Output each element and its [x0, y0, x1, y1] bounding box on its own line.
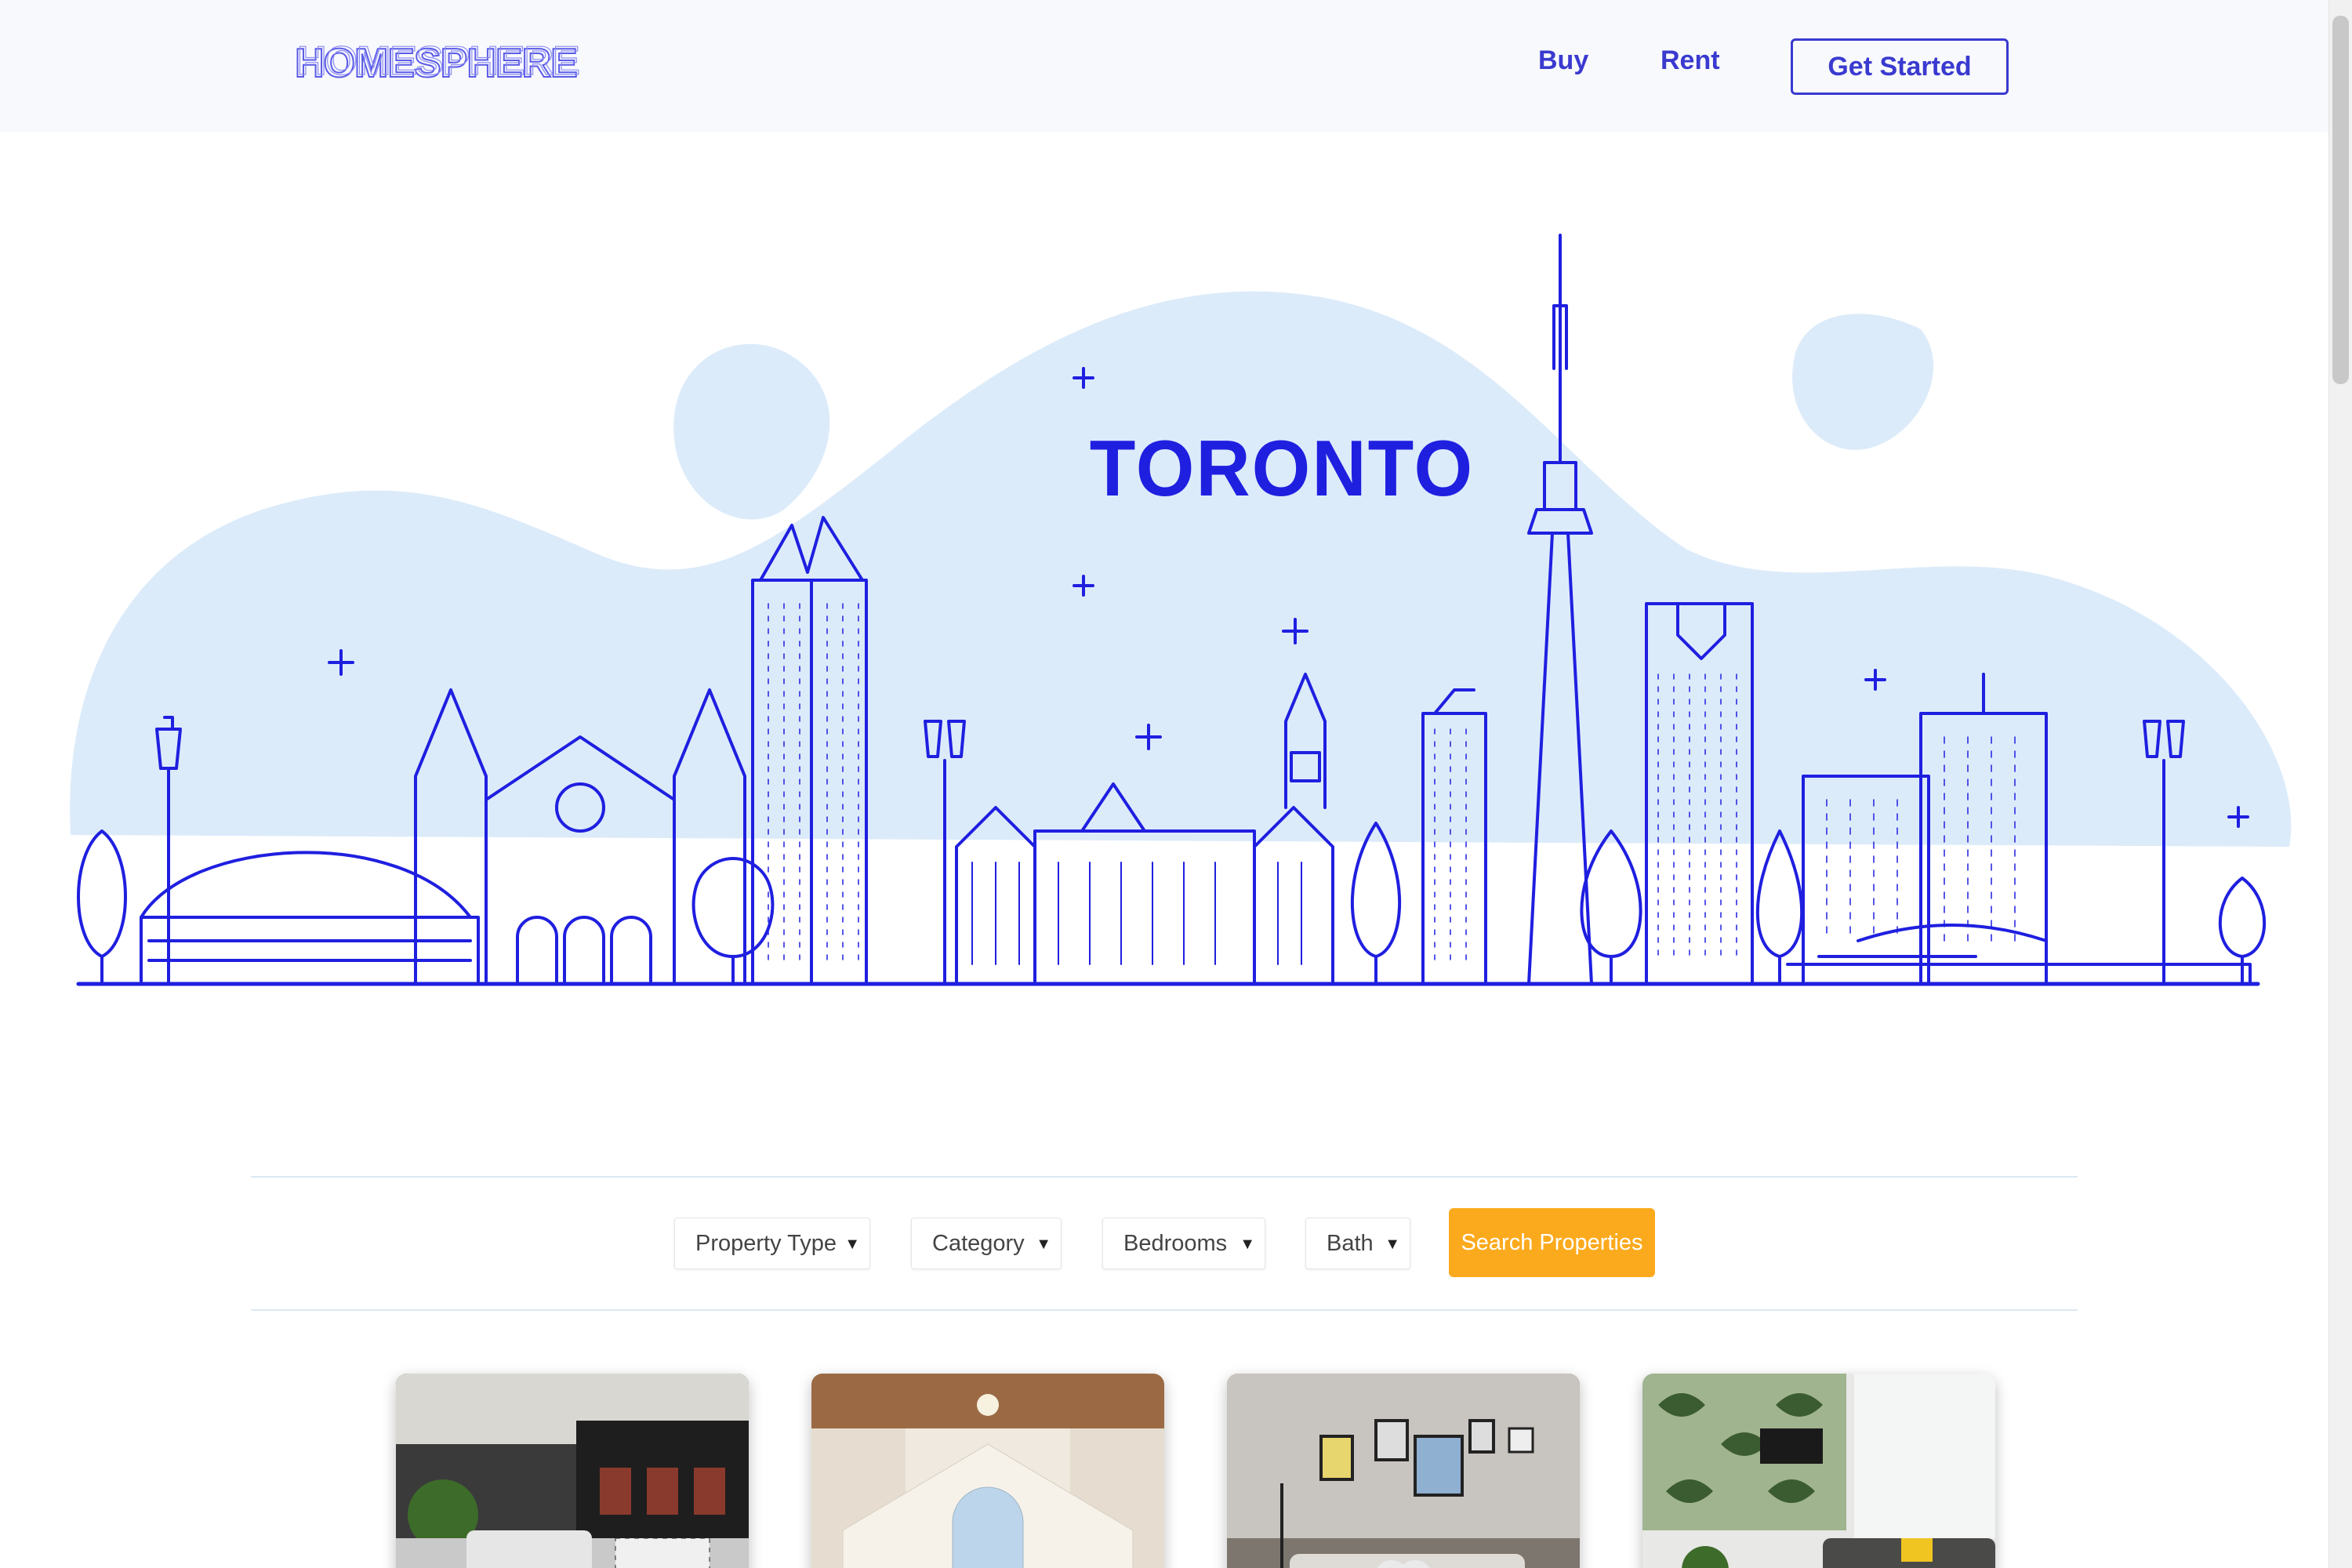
page: HOMESPHERE HOMESPHERE Buy Rent Get Start…	[0, 0, 2352, 1568]
logo-text-outline: HOMESPHERE	[297, 39, 579, 84]
chevron-down-icon: ▼	[1036, 1236, 1051, 1253]
bedrooms-select[interactable]: Bedrooms ▼	[1102, 1218, 1265, 1269]
property-type-label: Property Type	[695, 1230, 837, 1256]
bedrooms-label: Bedrooms	[1123, 1230, 1228, 1256]
filter-divider-top	[251, 1176, 2078, 1178]
nav-rent-link[interactable]: Rent	[1661, 45, 1720, 76]
bath-label: Bath	[1327, 1230, 1374, 1256]
category-select[interactable]: Category ▼	[911, 1218, 1062, 1269]
nav-buy-link[interactable]: Buy	[1538, 45, 1588, 76]
listing-card[interactable]	[1227, 1374, 1580, 1568]
toronto-skyline-illustration: TORONTO	[55, 212, 2313, 996]
listing-image	[396, 1374, 749, 1568]
skyline-svg: TORONTO	[70, 234, 2292, 986]
get-started-button[interactable]: Get Started	[1791, 38, 2009, 95]
listing-card[interactable]	[396, 1374, 749, 1568]
category-label: Category	[932, 1230, 1025, 1256]
property-type-select[interactable]: Property Type ▼	[674, 1218, 870, 1269]
chevron-down-icon: ▼	[1240, 1236, 1255, 1253]
page-scrollbar[interactable]	[2328, 0, 2352, 1568]
chevron-down-icon: ▼	[844, 1236, 860, 1253]
chevron-down-icon: ▼	[1385, 1236, 1400, 1253]
listing-image	[811, 1374, 1164, 1568]
property-filter-bar: Property Type ▼ Category ▼ Bedrooms ▼ Ba…	[0, 1208, 2328, 1277]
city-title: TORONTO	[1090, 424, 1474, 513]
search-properties-button[interactable]: Search Properties	[1449, 1208, 1655, 1277]
listing-card[interactable]	[811, 1374, 1164, 1568]
filter-divider-bottom	[251, 1309, 2078, 1311]
listing-image	[1642, 1374, 1995, 1568]
scrollbar-thumb[interactable]	[2332, 16, 2349, 384]
listing-card[interactable]	[1642, 1374, 1995, 1568]
homesphere-logo[interactable]: HOMESPHERE HOMESPHERE	[295, 39, 601, 86]
top-navbar: HOMESPHERE HOMESPHERE Buy Rent Get Start…	[0, 0, 2328, 132]
listing-image	[1227, 1374, 1580, 1568]
bath-select[interactable]: Bath ▼	[1305, 1218, 1410, 1269]
